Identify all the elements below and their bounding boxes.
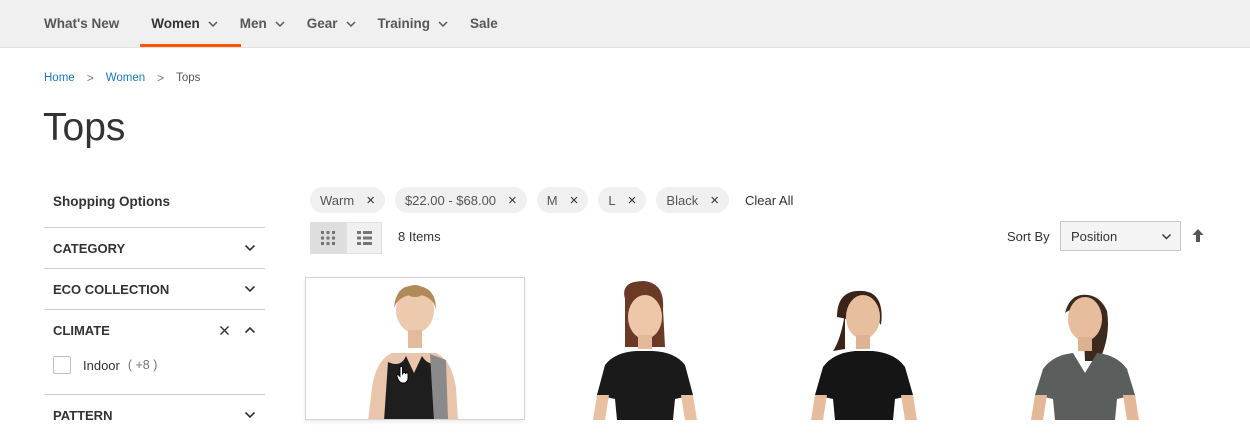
nav-label: Women (151, 16, 200, 31)
nav-label: Sale (470, 16, 498, 31)
filter-eco-collection[interactable]: ECO COLLECTION (44, 268, 265, 309)
chevron-down-icon (244, 244, 256, 252)
arrow-up-icon[interactable] (1190, 228, 1206, 244)
option-label: Indoor (83, 357, 120, 373)
nav-item-whats-new[interactable]: What's New (44, 0, 119, 47)
nav-item-gear[interactable]: Gear (307, 0, 357, 47)
filter-pattern[interactable]: PATTERN (44, 394, 265, 435)
grid-view-button[interactable] (310, 222, 346, 254)
product-card-4[interactable] (965, 277, 1185, 420)
filter-chip-black[interactable]: Black × (656, 187, 729, 213)
filter-climate[interactable]: CLIMATE (44, 309, 265, 350)
woman-black-tee-image[interactable] (525, 277, 745, 420)
climate-option-indoor[interactable]: Indoor ( +8 ) (44, 350, 265, 394)
filter-category[interactable]: CATEGORY (44, 227, 265, 268)
clear-all-link[interactable]: Clear All (745, 193, 793, 208)
chevron-down-icon (438, 20, 448, 27)
chip-label: Warm (320, 192, 355, 208)
close-icon[interactable] (219, 325, 230, 336)
woman-grey-vneck-image[interactable] (965, 277, 1185, 420)
breadcrumb-women-link[interactable]: Women (106, 72, 145, 84)
remove-filter-icon[interactable]: × (628, 192, 637, 209)
chip-label: L (608, 192, 616, 208)
chevron-down-icon (275, 20, 285, 27)
chevron-up-icon (244, 326, 256, 334)
filter-chip-warm[interactable]: Warm × (310, 187, 385, 213)
nav-label: Gear (306, 16, 338, 31)
filter-label: ECO COLLECTION (53, 281, 170, 297)
breadcrumb-current: Tops (176, 72, 201, 84)
chip-label: M (546, 192, 558, 208)
remove-filter-icon[interactable]: × (710, 192, 719, 209)
nav-item-men[interactable]: Men (240, 0, 286, 47)
filter-chip-price[interactable]: $22.00 - $68.00 × (394, 187, 527, 213)
nav-label: Training (377, 16, 431, 31)
remove-filter-icon[interactable]: × (508, 192, 517, 209)
filter-sidebar: Shopping Options CATEGORY ECO COLLECTION… (44, 183, 265, 435)
nav-item-women[interactable]: Women (140, 0, 241, 47)
chevron-down-icon (346, 20, 356, 27)
sort-by-select[interactable]: Position (1060, 221, 1181, 251)
breadcrumb: Home > Women > Tops (44, 71, 200, 85)
remove-filter-icon[interactable]: × (366, 192, 375, 209)
chip-label: Black (666, 192, 699, 208)
chevron-down-icon (1162, 233, 1171, 239)
product-card-3[interactable] (745, 277, 965, 420)
breadcrumb-home-link[interactable]: Home (44, 72, 75, 84)
active-filters: Warm × $22.00 - $68.00 × M × L × Black × Clea… (310, 187, 793, 213)
view-mode-switcher (310, 222, 382, 254)
sort-by-label: Sort By (1007, 229, 1050, 244)
chevron-down-icon (244, 285, 256, 293)
nav-label: Men (239, 16, 267, 31)
items-count: 8 Items (398, 229, 441, 244)
remove-filter-icon[interactable]: × (570, 192, 579, 209)
hand-cursor-icon (396, 366, 409, 384)
main-navigation: What's New Women Men Gear Training Sale (0, 0, 1250, 48)
indoor-checkbox[interactable] (53, 356, 71, 374)
nav-item-training[interactable]: Training (378, 0, 450, 47)
nav-item-sale[interactable]: Sale (470, 0, 498, 47)
filter-chip-size-m[interactable]: M × (536, 187, 589, 213)
chip-label: $22.00 - $68.00 (404, 192, 497, 208)
shopping-options-title: Shopping Options (53, 194, 170, 209)
chevron-down-icon (208, 20, 218, 27)
nav-label: What's New (44, 16, 120, 31)
product-card-2[interactable] (525, 277, 745, 420)
sort-selected-value: Position (1071, 228, 1118, 244)
filter-label: PATTERN (53, 407, 113, 423)
breadcrumb-separator: > (157, 71, 165, 85)
filter-label: CATEGORY (53, 240, 126, 256)
filter-chip-size-l[interactable]: L × (598, 187, 647, 213)
breadcrumb-separator: > (86, 71, 94, 85)
chevron-down-icon (244, 411, 256, 419)
grid-icon (321, 231, 335, 245)
filter-label: CLIMATE (53, 322, 110, 338)
woman-black-tee-image[interactable] (745, 277, 965, 420)
list-icon (356, 231, 372, 245)
product-card-1[interactable] (305, 277, 525, 420)
list-view-button[interactable] (346, 222, 382, 254)
woman-tank-top-image[interactable] (306, 278, 524, 420)
option-count: ( +8 ) (127, 358, 158, 372)
page-title: Tops (43, 106, 126, 149)
